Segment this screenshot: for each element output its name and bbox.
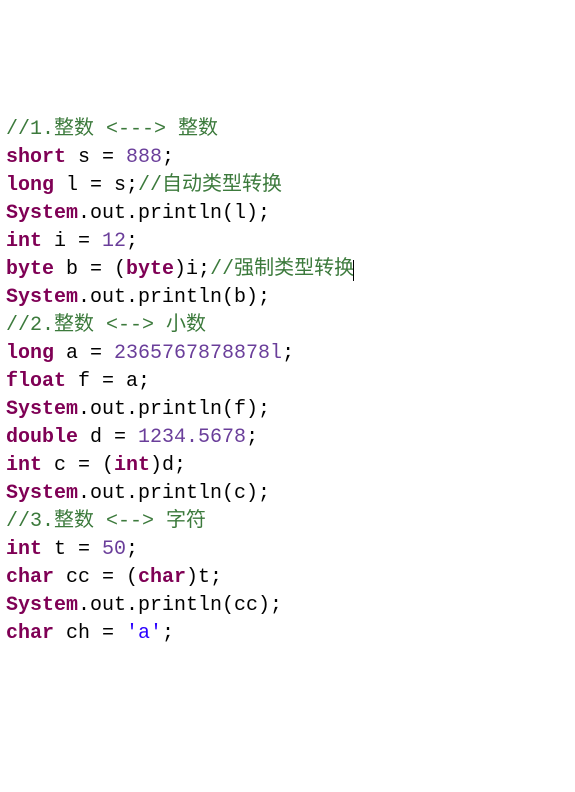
token-plain: a = xyxy=(54,342,114,365)
token-comment: //3.整数 <--> 字符 xyxy=(6,510,206,533)
token-comment: //1.整数 <---> 整数 xyxy=(6,118,218,141)
code-line: System.out.println(l); xyxy=(6,200,569,228)
code-block: //1.整数 <---> 整数short s = 888;long l = s;… xyxy=(6,116,569,648)
token-keyword: char xyxy=(6,622,54,645)
token-comment: //自动类型转换 xyxy=(138,174,282,197)
token-plain: ; xyxy=(162,622,174,645)
token-keyword: int xyxy=(6,230,42,253)
code-line: //2.整数 <--> 小数 xyxy=(6,312,569,340)
code-line: double d = 1234.5678; xyxy=(6,424,569,452)
token-keyword: int xyxy=(114,454,150,477)
token-keyword: float xyxy=(6,370,66,393)
token-keyword: short xyxy=(6,146,66,169)
code-line: char cc = (char)t; xyxy=(6,564,569,592)
token-plain: b = ( xyxy=(54,258,126,281)
token-number: 2365767878878l xyxy=(114,342,282,365)
token-plain: f = a; xyxy=(66,370,150,393)
token-plain: ; xyxy=(126,230,138,253)
code-line: //1.整数 <---> 整数 xyxy=(6,116,569,144)
token-keyword: double xyxy=(6,426,78,449)
code-line: long a = 2365767878878l; xyxy=(6,340,569,368)
token-plain: ; xyxy=(162,146,174,169)
code-line: System.out.println(c); xyxy=(6,480,569,508)
code-line: int i = 12; xyxy=(6,228,569,256)
token-class: System xyxy=(6,398,78,421)
code-line: long l = s;//自动类型转换 xyxy=(6,172,569,200)
token-comment: //强制类型转换 xyxy=(210,258,354,281)
token-plain: )t; xyxy=(186,566,222,589)
token-class: System xyxy=(6,286,78,309)
token-plain: l = s; xyxy=(54,174,138,197)
token-keyword: int xyxy=(6,454,42,477)
code-line: float f = a; xyxy=(6,368,569,396)
token-keyword: long xyxy=(6,174,54,197)
token-plain: .out.println(c); xyxy=(78,482,270,505)
token-number: 12 xyxy=(102,230,126,253)
token-plain: i = xyxy=(42,230,102,253)
code-line: int c = (int)d; xyxy=(6,452,569,480)
code-line: System.out.println(f); xyxy=(6,396,569,424)
token-plain: d = xyxy=(78,426,138,449)
token-plain: t = xyxy=(42,538,102,561)
token-plain: .out.println(cc); xyxy=(78,594,282,617)
token-plain: )i; xyxy=(174,258,210,281)
token-plain: ; xyxy=(282,342,294,365)
token-number: 50 xyxy=(102,538,126,561)
token-keyword: byte xyxy=(126,258,174,281)
token-number: 1234.5678 xyxy=(138,426,246,449)
code-line: System.out.println(b); xyxy=(6,284,569,312)
token-plain: .out.println(l); xyxy=(78,202,270,225)
code-line: System.out.println(cc); xyxy=(6,592,569,620)
token-plain: c = ( xyxy=(42,454,114,477)
token-class: System xyxy=(6,202,78,225)
token-plain: ; xyxy=(246,426,258,449)
code-line: short s = 888; xyxy=(6,144,569,172)
token-keyword: char xyxy=(138,566,186,589)
token-class: System xyxy=(6,594,78,617)
token-plain: ch = xyxy=(54,622,126,645)
token-keyword: byte xyxy=(6,258,54,281)
text-cursor xyxy=(353,260,354,281)
token-comment: //2.整数 <--> 小数 xyxy=(6,314,206,337)
token-keyword: int xyxy=(6,538,42,561)
token-keyword: long xyxy=(6,342,54,365)
token-number: 888 xyxy=(126,146,162,169)
token-class: System xyxy=(6,482,78,505)
code-line: //3.整数 <--> 字符 xyxy=(6,508,569,536)
code-line: int t = 50; xyxy=(6,536,569,564)
token-plain: )d; xyxy=(150,454,186,477)
token-plain: .out.println(f); xyxy=(78,398,270,421)
token-keyword: char xyxy=(6,566,54,589)
token-char: 'a' xyxy=(126,622,162,645)
token-plain: ; xyxy=(126,538,138,561)
token-plain: s = xyxy=(66,146,126,169)
token-plain: .out.println(b); xyxy=(78,286,270,309)
code-line: char ch = 'a'; xyxy=(6,620,569,648)
code-line: byte b = (byte)i;//强制类型转换 xyxy=(6,256,569,284)
token-plain: cc = ( xyxy=(54,566,138,589)
